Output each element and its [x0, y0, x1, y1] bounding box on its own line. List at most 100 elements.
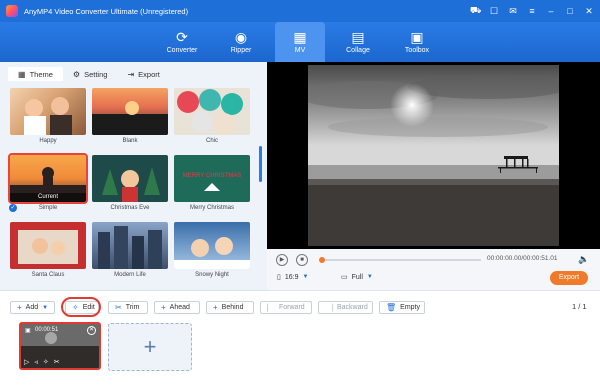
theme-thumbnail: [92, 155, 168, 202]
forward-label: Forward: [279, 304, 305, 311]
clip-duration: 00:00:51: [35, 327, 59, 333]
theme-item-christmas-eve[interactable]: Christmas Eve: [92, 155, 168, 215]
nav-mv[interactable]: ▦ MV: [275, 22, 325, 62]
maximize-icon[interactable]: □: [565, 6, 575, 16]
play-icon[interactable]: ▶: [276, 254, 288, 266]
gear-icon: ⚙: [72, 69, 81, 79]
merry-christmas-overlay-text: MERRY CHRISTMAS: [183, 173, 241, 179]
converter-icon: ⟳: [176, 29, 188, 45]
nav-converter[interactable]: ⟳ Converter: [157, 22, 207, 62]
theme-item-modern-life[interactable]: Modern Life: [92, 222, 168, 282]
plus-icon: +: [161, 303, 166, 312]
theme-item-chic[interactable]: Chic: [174, 88, 250, 148]
progress-bar[interactable]: [319, 257, 481, 263]
theme-item-simple[interactable]: Current ✓ Simple: [8, 153, 88, 215]
tab-label: Export: [138, 69, 160, 79]
merry-christmas-thumb-art: MERRY CHRISTMAS: [183, 173, 241, 191]
app-window: AnyMP4 Video Converter Ultimate (Unregis…: [0, 0, 600, 391]
aspect-ratio-icon: ▯: [277, 274, 281, 281]
progress-knob[interactable]: [319, 257, 325, 263]
backward-button[interactable]: ⎹ Backward: [318, 301, 373, 314]
forward-button[interactable]: ⎸ Forward: [260, 301, 312, 314]
close-icon[interactable]: ✕: [87, 326, 96, 335]
scissors-icon[interactable]: ✂: [54, 358, 60, 366]
tab-label: Setting: [84, 69, 108, 79]
nav-label: Converter: [166, 47, 198, 54]
export-icon: ⇥: [127, 69, 135, 79]
theme-item-happy[interactable]: Happy: [10, 88, 86, 148]
snowy-night-thumb-art: [174, 237, 250, 269]
video-clip[interactable]: ▣ 00:00:51 ✕ ▷ ◃ ✧ ✂: [19, 322, 101, 370]
theme-item-blank[interactable]: Blank: [92, 88, 168, 148]
tab-theme[interactable]: ▦ Theme: [8, 67, 63, 81]
theme-item-santa-claus[interactable]: Santa Claus: [10, 222, 86, 282]
video-preview: [267, 62, 600, 249]
selected-check-icon: ✓: [9, 204, 17, 212]
add-clip-button[interactable]: +: [108, 323, 192, 371]
stop-icon[interactable]: ■: [296, 254, 308, 266]
magic-wand-icon[interactable]: ✧: [43, 358, 49, 366]
nav-toolbox[interactable]: ▣ Toolbox: [392, 22, 442, 62]
film-icon: ▣: [25, 328, 31, 334]
trim-label: Trim: [125, 304, 140, 311]
ahead-button[interactable]: + Ahead: [154, 301, 200, 314]
theme-scrollbar[interactable]: [259, 146, 262, 182]
play-icon[interactable]: ▷: [24, 358, 29, 366]
nav-ripper[interactable]: ◉ Ripper: [216, 22, 266, 62]
title-bar: AnyMP4 Video Converter Ultimate (Unregis…: [0, 0, 600, 22]
export-button[interactable]: Export: [550, 271, 588, 285]
chat-icon[interactable]: ✉: [508, 6, 518, 17]
theme-label: Blank: [122, 138, 138, 144]
aspect-ratio-select[interactable]: ▯ 16:9 ▼: [277, 273, 309, 282]
add-button[interactable]: + Add ▼: [10, 301, 55, 314]
theme-label: Modern Life: [114, 272, 146, 278]
trim-button[interactable]: ✂ Trim: [108, 301, 148, 314]
nav-label: Toolbox: [404, 47, 430, 54]
preview-image: [308, 65, 559, 246]
empty-button[interactable]: 🗑 Empty: [379, 301, 425, 314]
gift-icon[interactable]: ☐: [489, 6, 499, 17]
ahead-label: Ahead: [169, 304, 190, 311]
volume-icon[interactable]: 🔈: [578, 254, 589, 265]
clip-timeline: ▣ 00:00:51 ✕ ▷ ◃ ✧ ✂ +: [0, 318, 600, 391]
chevron-down-icon: ▼: [42, 304, 49, 311]
theme-thumbnail: [10, 88, 86, 135]
volume-icon[interactable]: ◃: [34, 358, 38, 366]
tab-label: Theme: [29, 69, 53, 79]
plus-icon: +: [17, 303, 22, 312]
main-nav: ⟳ Converter ◉ Ripper ▦ MV ▤ Collage ▣ To…: [0, 22, 600, 62]
add-label: Add: [25, 304, 39, 311]
clip-actions: ▷ ◃ ✧ ✂: [24, 358, 60, 366]
display-mode-value: Full: [351, 273, 363, 281]
close-icon[interactable]: ✕: [584, 6, 594, 17]
empty-label: Empty: [400, 304, 420, 311]
minimize-icon[interactable]: –: [546, 6, 556, 16]
time-readout: 00:00:00.00/00:00:51.01: [487, 255, 558, 262]
tab-export[interactable]: ⇥ Export: [117, 67, 169, 81]
theme-label: Chic: [205, 138, 218, 144]
theme-item-merry-christmas[interactable]: MERRY CHRISTMAS Merry Christmas: [174, 155, 250, 215]
theme-thumbnail: Current: [8, 153, 88, 204]
monitor-icon: ▭: [341, 274, 348, 281]
trash-icon: 🗑: [386, 303, 397, 312]
nav-label: MV: [294, 47, 306, 54]
plus-icon: +: [213, 303, 218, 312]
cart-icon[interactable]: ⛟: [470, 5, 481, 17]
theme-thumbnail: [92, 222, 168, 269]
tab-setting[interactable]: ⚙ Setting: [63, 67, 118, 81]
chevron-down-icon: ▼: [302, 274, 309, 280]
display-mode-select[interactable]: ▭ Full ▼: [341, 273, 373, 282]
player-controls: ▶ ■ 00:00:00.00/00:00:51.01 🔈 ▯ 16:9 ▼ ▭…: [267, 249, 600, 290]
mv-icon: ▦: [293, 29, 307, 45]
panel-tabs: ▦ Theme ⚙ Setting ⇥ Export: [8, 67, 263, 81]
nav-label: Collage: [346, 47, 370, 54]
theme-label: Santa Claus: [31, 272, 65, 278]
nav-collage[interactable]: ▤ Collage: [333, 22, 383, 62]
menu-icon[interactable]: ≡: [527, 6, 537, 16]
happy-thumb-art: [24, 97, 72, 135]
app-logo-icon: [6, 5, 18, 17]
theme-item-snowy-night[interactable]: Snowy Night: [174, 222, 250, 282]
behind-label: Behind: [221, 304, 244, 311]
behind-button[interactable]: + Behind: [206, 301, 254, 314]
grid-icon: ▦: [18, 69, 26, 79]
